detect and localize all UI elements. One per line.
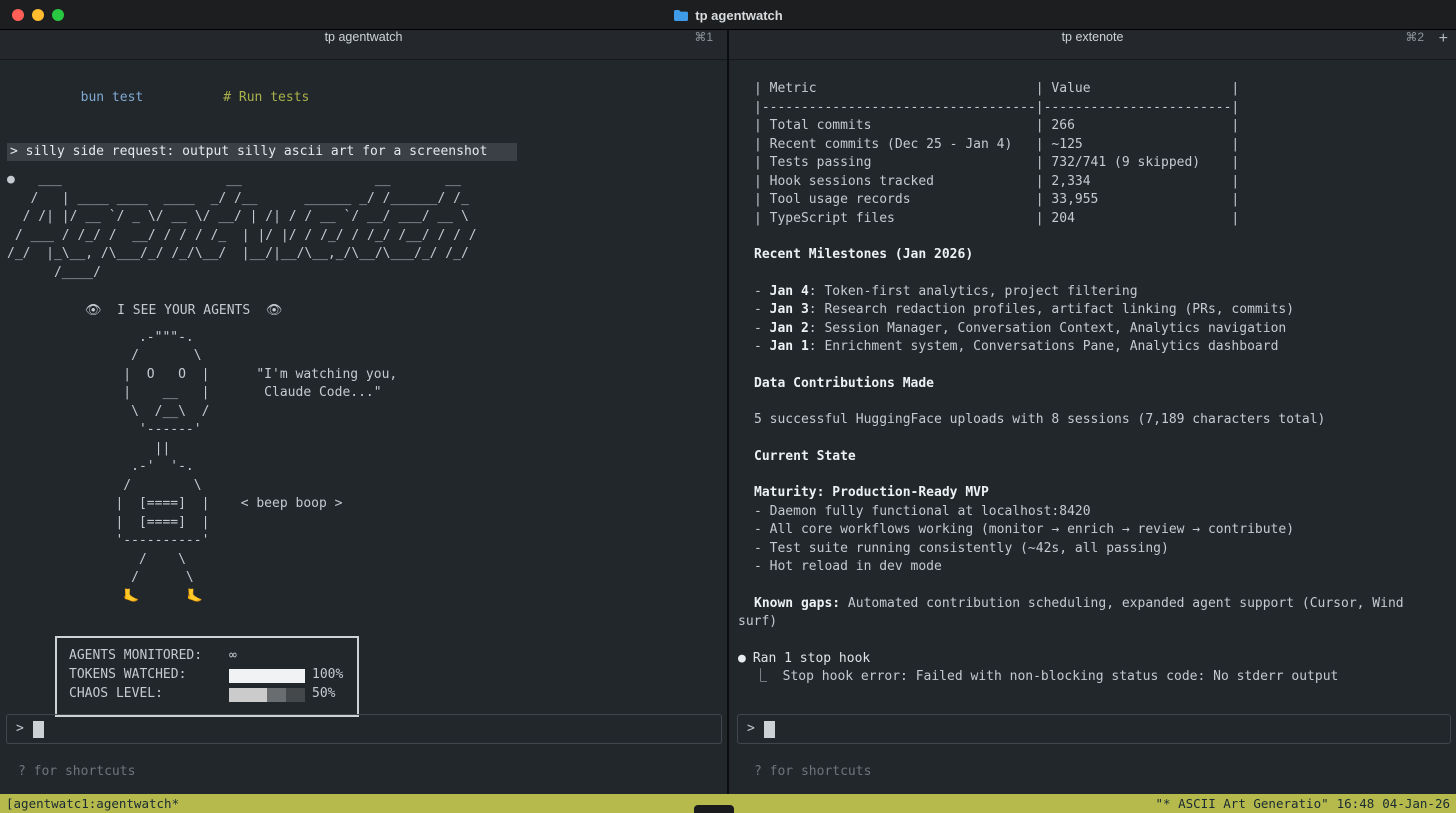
milestone-bullet: -	[754, 339, 770, 354]
milestone-date: Jan 1	[770, 339, 809, 354]
tab-shortcut-2: ⌘2	[1405, 30, 1424, 44]
agents-monitored-value: ∞	[229, 647, 237, 666]
pane-extenote: | Metric | Value | |--------------------…	[731, 60, 1456, 794]
status-time: 16:48	[1337, 796, 1375, 811]
tokens-watched-value: 100%	[312, 666, 343, 685]
maturity-line: Maturity: Production-Ready MVP	[754, 484, 1456, 503]
tab-shortcut-1: ⌘1	[694, 30, 713, 44]
milestone-date: Jan 2	[770, 321, 809, 336]
tab-extenote[interactable]: tp extenote	[1062, 30, 1124, 44]
shortcuts-hint: ? for shortcuts	[18, 763, 135, 782]
contributions-heading: Data Contributions Made	[754, 375, 1456, 394]
status-right-info: "* ASCII Art Generatio" 16:48 04-Jan-26	[1148, 794, 1450, 813]
text-cursor	[33, 721, 44, 738]
milestone-item: - Jan 4: Token-first analytics, project …	[754, 283, 1456, 302]
window-titlebar: tp agentwatch	[0, 0, 1456, 30]
milestone-text: : Enrichment system, Conversations Pane,…	[809, 339, 1279, 354]
known-gaps-label: Known gaps:	[754, 596, 840, 611]
new-tab-button[interactable]: +	[1439, 30, 1448, 48]
milestone-item: - Jan 2: Session Manager, Conversation C…	[754, 320, 1456, 339]
stop-hook-error: ⎿ Stop hook error: Failed with non-block…	[754, 668, 1456, 687]
current-state-list: - Daemon fully functional at localhost:8…	[754, 503, 1456, 577]
terminal-window: tp agentwatch tp agentwatch ⌘1 tp exteno…	[0, 0, 1456, 813]
status-session-info: [agentwatc1:agentwatch*	[6, 794, 179, 813]
chaos-progress-bar	[229, 688, 305, 702]
agents-monitored-label: AGENTS MONITORED:	[69, 647, 229, 666]
milestone-text: : Research redaction profiles, artifact …	[809, 302, 1294, 317]
tokens-progress-bar	[229, 669, 305, 683]
milestone-text: : Token-first analytics, project filteri…	[809, 284, 1138, 299]
right-terminal-content: | Metric | Value | |--------------------…	[731, 60, 1456, 687]
current-state-heading: Current State	[754, 448, 1456, 467]
right-prompt-input[interactable]: >	[737, 714, 1451, 744]
prompt-symbol: >	[747, 720, 755, 739]
tab-agentwatch[interactable]: tp agentwatch	[325, 30, 403, 44]
pane-divider[interactable]	[727, 30, 729, 794]
milestone-item: - Jan 1: Enrichment system, Conversation…	[754, 338, 1456, 357]
milestone-item: - Jan 3: Research redaction profiles, ar…	[754, 301, 1456, 320]
user-request-line: > silly side request: output silly ascii…	[7, 143, 517, 162]
command-text: bun test	[81, 90, 144, 105]
stats-row-tokens: TOKENS WATCHED: 100%	[69, 666, 345, 685]
window-title-area: tp agentwatch	[0, 0, 1456, 30]
stats-box: AGENTS MONITORED: ∞ TOKENS WATCHED: 100%…	[55, 636, 359, 717]
left-prompt-input[interactable]: >	[6, 714, 722, 744]
milestone-bullet: -	[754, 321, 770, 336]
milestone-text: : Session Manager, Conversation Context,…	[809, 321, 1286, 336]
robot-art: .-"""-. / \ | O O | "I'm watching you, |…	[92, 329, 727, 607]
known-gaps-text: Automated contribution scheduling, expan…	[840, 596, 1404, 611]
eyes-line: 👁 I SEE YOUR AGENTS 👁	[85, 302, 727, 321]
contributions-text: 5 successful HuggingFace uploads with 8 …	[754, 411, 1456, 430]
known-gaps-line: Known gaps: Automated contribution sched…	[754, 595, 1456, 614]
milestone-bullet: -	[754, 284, 770, 299]
milestone-bullet: -	[754, 302, 770, 317]
known-gaps-wrap: surf)	[738, 613, 1456, 632]
stats-row-chaos: CHAOS LEVEL: 50%	[69, 685, 345, 704]
left-tab-bar: tp agentwatch ⌘1	[0, 30, 727, 60]
shortcuts-hint: ? for shortcuts	[754, 763, 871, 782]
divider-handle[interactable]	[694, 805, 734, 813]
stats-row-agents: AGENTS MONITORED: ∞	[69, 647, 345, 666]
stop-hook-text: Ran 1 stop hook	[753, 651, 870, 666]
left-terminal-content: bun test # Run tests > silly side request…	[0, 60, 727, 717]
window-title: tp agentwatch	[695, 8, 782, 23]
hook-bullet-icon: ●	[738, 651, 746, 666]
right-tab-bar: tp extenote ⌘2 +	[729, 30, 1456, 60]
metrics-table: | Metric | Value | |--------------------…	[754, 80, 1456, 228]
milestone-date: Jan 4	[770, 284, 809, 299]
chaos-level-value: 50%	[312, 685, 335, 704]
status-date: 04-Jan-26	[1382, 796, 1450, 811]
stop-hook-line: ● Ran 1 stop hook	[738, 650, 1456, 669]
prompt-symbol: >	[16, 720, 24, 739]
milestone-date: Jan 3	[770, 302, 809, 317]
command-line: bun test # Run tests	[18, 70, 727, 126]
folder-icon	[673, 9, 689, 22]
ascii-banner: ● ___ __ __ __ / | ____ ____ ____ _/ /__…	[7, 171, 727, 282]
tokens-watched-label: TOKENS WATCHED:	[69, 666, 229, 685]
text-cursor	[764, 721, 775, 738]
pane-agentwatch: bun test # Run tests > silly side request…	[0, 60, 727, 794]
status-pane-title: "* ASCII Art Generatio"	[1156, 796, 1329, 811]
chaos-level-label: CHAOS LEVEL:	[69, 685, 229, 704]
command-comment: # Run tests	[223, 90, 309, 105]
milestones-heading: Recent Milestones (Jan 2026)	[754, 246, 1456, 265]
